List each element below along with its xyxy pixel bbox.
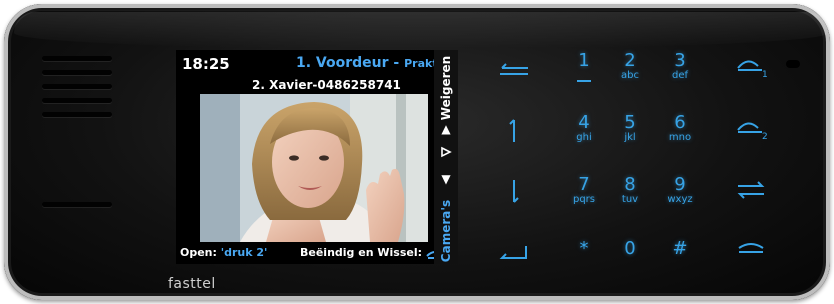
speaker-slot (42, 202, 112, 207)
key-3[interactable]: 3 def (652, 50, 708, 82)
key-6-number: 6 (674, 112, 686, 133)
display-screen: 18:25 1. Voordeur - Praktijk 2. Xavier-0… (176, 50, 458, 264)
key-8-number: 8 (624, 174, 636, 195)
key-hash-symbol: # (672, 238, 688, 259)
end-switch-label: Beëindig en Wissel: (300, 246, 423, 259)
key-3-letters: def (671, 70, 689, 81)
open-value: 'druk 2' (220, 246, 268, 259)
transfer-key[interactable] (736, 180, 766, 204)
door-open-icon[interactable] (434, 146, 458, 161)
speaker-slot (42, 70, 112, 75)
key-5-letters: jkl (624, 132, 636, 143)
speaker-slot (42, 56, 112, 61)
brand-logo: fasttel (168, 276, 216, 292)
back-icon[interactable] (494, 56, 534, 86)
handset-1-index: 1 (762, 70, 768, 80)
handset-2-key[interactable]: 2 (736, 116, 768, 142)
key-8[interactable]: 8 tuv (602, 174, 658, 206)
key-5[interactable]: 5 jkl (602, 112, 658, 144)
key-6-letters: mno (668, 132, 692, 143)
key-9-letters: wxyz (667, 194, 693, 205)
cameras-softkey[interactable]: Camera's (434, 200, 458, 262)
caller-line: 2. Xavier-0486258741 (252, 78, 401, 92)
door-name: 1. Voordeur (296, 55, 389, 71)
key-6[interactable]: 6 mno (652, 112, 708, 144)
key-3-number: 3 (674, 50, 686, 71)
key-1-underline (577, 72, 591, 82)
key-2-letters: abc (621, 70, 639, 81)
door-title: 1. Voordeur - Praktijk (296, 55, 452, 71)
key-0[interactable]: 0 (602, 240, 658, 258)
title-separator: - (388, 55, 405, 71)
key-8-letters: tuv (621, 194, 639, 205)
key-9-number: 9 (674, 174, 686, 195)
key-2[interactable]: 2 abc (602, 50, 658, 82)
key-5-number: 5 (624, 112, 636, 133)
key-9[interactable]: 9 wxyz (652, 174, 708, 206)
arrow-down-icon[interactable] (494, 176, 534, 206)
key-0-number: 0 (624, 238, 636, 259)
end-switch-instruction: Beëindig en Wissel: (300, 246, 444, 259)
light-sensor (786, 60, 800, 68)
key-2-number: 2 (624, 50, 636, 71)
hangup-key[interactable] (736, 240, 766, 264)
handset-2-index: 2 (762, 132, 768, 142)
softkey-bar: Weigeren ▲ ▼ Camera's (434, 50, 458, 264)
cameras-label: Camera's (439, 199, 454, 263)
arrow-up-icon[interactable]: ▲ (434, 122, 458, 136)
open-instruction: Open: 'druk 2' (180, 246, 267, 259)
hangup-icon (738, 243, 764, 253)
camera-video-feed (200, 94, 428, 242)
speaker-slot (42, 84, 112, 89)
enter-icon[interactable] (494, 240, 534, 270)
reject-softkey[interactable]: Weigeren (434, 55, 458, 121)
speaker-slot (42, 112, 112, 117)
transfer-icon (737, 181, 765, 199)
video-image (200, 94, 428, 242)
handset-1-key[interactable]: 1 (736, 54, 768, 80)
clock-time: 18:25 (182, 55, 230, 73)
arrow-up-icon[interactable] (494, 116, 534, 146)
speaker-slot (42, 98, 112, 103)
open-label: Open: (180, 246, 217, 259)
arrow-down-icon[interactable]: ▼ (434, 172, 458, 186)
gloss-highlight (14, 12, 828, 48)
key-hash[interactable]: # (652, 240, 708, 258)
reject-label: Weigeren (439, 55, 454, 121)
